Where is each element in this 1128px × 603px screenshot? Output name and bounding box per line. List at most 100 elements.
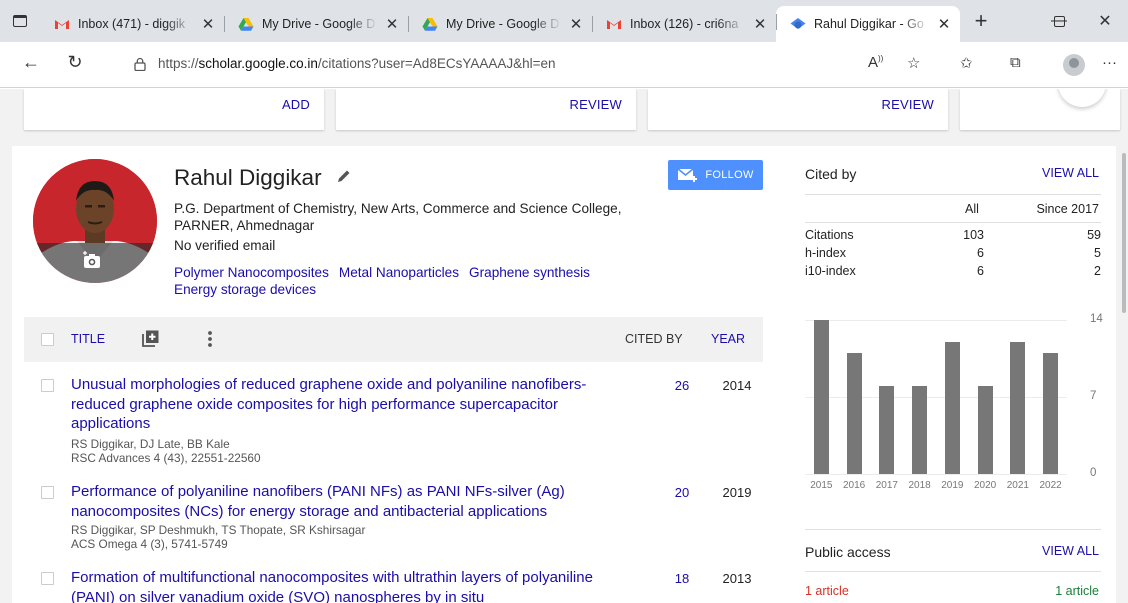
browser-tab[interactable]: Inbox (471) - diggik ✕ bbox=[40, 8, 224, 40]
close-tab-icon[interactable]: ✕ bbox=[384, 15, 400, 33]
chart-bar[interactable] bbox=[977, 386, 993, 474]
article-checkbox[interactable] bbox=[41, 572, 54, 585]
article-row: Formation of multifunctional nanocomposi… bbox=[24, 568, 763, 603]
page-scrollbar[interactable] bbox=[1121, 89, 1128, 603]
gmail-icon bbox=[607, 20, 621, 29]
article-year: 2019 bbox=[722, 485, 752, 500]
stat-all: 6 bbox=[977, 264, 984, 278]
article-checkbox[interactable] bbox=[41, 379, 54, 392]
tab-actions-icon[interactable] bbox=[0, 0, 40, 42]
reload-icon[interactable]: ↻ bbox=[62, 52, 88, 73]
chart-bar[interactable] bbox=[944, 342, 960, 474]
chart-y-tick: 7 bbox=[1090, 390, 1097, 402]
cited-by-column[interactable]: CITED BY bbox=[625, 332, 683, 346]
lock-icon[interactable] bbox=[134, 57, 146, 71]
browser-tab[interactable]: My Drive - Google D ✕ bbox=[408, 8, 592, 40]
stat-since: 5 bbox=[1094, 246, 1101, 260]
interest-link[interactable]: Graphene synthesis bbox=[469, 265, 590, 280]
interest-link[interactable]: Polymer Nanocomposites bbox=[174, 265, 329, 280]
stats-header-since: Since 2017 bbox=[1036, 202, 1099, 216]
article-authors: RS Diggikar, SP Deshmukh, TS Thopate, SR… bbox=[71, 523, 366, 537]
action-card[interactable]: ADD bbox=[24, 89, 324, 130]
favorites-icon[interactable]: ✩ bbox=[960, 54, 973, 72]
tab-title: My Drive - Google D bbox=[262, 17, 376, 31]
add-favorite-icon[interactable]: ☆ bbox=[907, 54, 920, 72]
follow-mail-icon bbox=[677, 168, 698, 182]
browser-tab[interactable]: My Drive - Google D ✕ bbox=[224, 8, 408, 40]
close-tab-icon[interactable]: ✕ bbox=[752, 15, 768, 33]
article-citations[interactable]: 20 bbox=[664, 485, 700, 500]
stat-label: i10-index bbox=[805, 264, 856, 278]
chart-bar[interactable] bbox=[1010, 342, 1026, 474]
tab-title: Inbox (471) - diggik bbox=[78, 17, 186, 31]
chart-bar[interactable] bbox=[879, 386, 895, 474]
article-citations[interactable]: 18 bbox=[664, 571, 700, 586]
tab-title: My Drive - Google D bbox=[446, 17, 560, 31]
profile-photo[interactable] bbox=[33, 159, 157, 283]
chart-bar[interactable] bbox=[912, 386, 928, 474]
cited-by-view-all[interactable]: VIEW ALL bbox=[1042, 166, 1099, 180]
chart-y-tick: 0 bbox=[1090, 467, 1097, 479]
browser-tab-active[interactable]: Rahul Diggikar - Go ✕ bbox=[776, 6, 960, 42]
chart-bar[interactable] bbox=[846, 353, 862, 474]
action-card[interactable]: REVIEW bbox=[648, 89, 948, 130]
edit-pencil-icon[interactable] bbox=[336, 168, 352, 184]
interest-link[interactable]: Energy storage devices bbox=[174, 282, 316, 297]
chart-bar[interactable] bbox=[813, 320, 829, 474]
article-year: 2014 bbox=[722, 378, 752, 393]
article-row: Performance of polyaniline nanofibers (P… bbox=[24, 482, 763, 556]
article-title[interactable]: Unusual morphologies of reduced graphene… bbox=[71, 375, 611, 434]
close-tab-icon[interactable]: ✕ bbox=[200, 15, 216, 33]
interest-link[interactable]: Metal Nanoparticles bbox=[339, 265, 459, 280]
close-tab-icon[interactable]: ✕ bbox=[568, 15, 584, 33]
close-tab-icon[interactable]: ✕ bbox=[936, 15, 952, 33]
read-aloud-icon[interactable]: A)) bbox=[868, 54, 883, 71]
follow-button[interactable]: FOLLOW bbox=[668, 160, 763, 190]
chart-x-tick: 2015 bbox=[810, 480, 833, 491]
chart-x-tick: 2021 bbox=[1006, 480, 1029, 491]
public-access-title: Public access bbox=[805, 544, 891, 560]
scholar-page: ADD REVIEW REVIEW Rahul Diggikar P.G. De… bbox=[0, 89, 1128, 603]
new-tab-button[interactable]: + bbox=[964, 8, 998, 34]
available-count[interactable]: 1 article bbox=[1055, 584, 1099, 598]
divider bbox=[805, 222, 1101, 223]
stat-label: Citations bbox=[805, 228, 854, 242]
citations-histogram: 14 7 0 2015 2016 2017 2018 2019 2020 2021 2022 bbox=[805, 313, 1103, 491]
review-link[interactable]: REVIEW bbox=[882, 97, 934, 112]
select-all-checkbox[interactable] bbox=[41, 333, 54, 346]
back-arrow-icon[interactable]: ← bbox=[18, 52, 44, 73]
not-available-count[interactable]: 1 article bbox=[805, 584, 849, 598]
chart-bar[interactable] bbox=[1043, 353, 1059, 474]
browser-tab[interactable]: Inbox (126) - cri6na ✕ bbox=[592, 8, 776, 40]
scrollbar-thumb[interactable] bbox=[1122, 153, 1126, 313]
action-card[interactable]: REVIEW bbox=[336, 89, 636, 130]
scholar-icon bbox=[790, 18, 806, 29]
url-field[interactable]: https://scholar.google.co.in/citations?u… bbox=[158, 56, 556, 71]
merge-icon[interactable] bbox=[142, 330, 159, 347]
maximize-icon[interactable] bbox=[1036, 0, 1082, 42]
review-link[interactable]: REVIEW bbox=[570, 97, 622, 112]
tab-title: Rahul Diggikar - Go bbox=[814, 17, 924, 31]
profile-affiliation: P.G. Department of Chemistry, New Arts, … bbox=[174, 201, 622, 233]
action-cards: ADD REVIEW REVIEW bbox=[0, 89, 1128, 146]
more-vert-icon[interactable] bbox=[207, 330, 213, 348]
add-link[interactable]: ADD bbox=[282, 97, 310, 112]
change-photo-overlay[interactable] bbox=[33, 243, 157, 283]
article-row: Unusual morphologies of reduced graphene… bbox=[24, 375, 763, 471]
profile-name: Rahul Diggikar bbox=[174, 165, 322, 190]
collections-icon[interactable]: ⧉ bbox=[1010, 54, 1021, 71]
stat-since: 2 bbox=[1094, 264, 1101, 278]
divider bbox=[805, 571, 1101, 572]
sort-by-year[interactable]: YEAR bbox=[711, 332, 745, 346]
public-access-view-all[interactable]: VIEW ALL bbox=[1042, 544, 1099, 558]
sort-by-title[interactable]: TITLE bbox=[71, 332, 105, 346]
article-checkbox[interactable] bbox=[41, 486, 54, 499]
profile-avatar[interactable] bbox=[1063, 54, 1085, 76]
more-options-icon[interactable]: ··· bbox=[1102, 54, 1117, 71]
article-title[interactable]: Performance of polyaniline nanofibers (P… bbox=[71, 482, 611, 521]
close-window-icon[interactable]: ✕ bbox=[1082, 0, 1128, 42]
article-citations[interactable]: 26 bbox=[664, 378, 700, 393]
follow-label: FOLLOW bbox=[705, 169, 754, 181]
stat-label: h-index bbox=[805, 246, 846, 260]
article-title[interactable]: Formation of multifunctional nanocomposi… bbox=[71, 568, 611, 603]
